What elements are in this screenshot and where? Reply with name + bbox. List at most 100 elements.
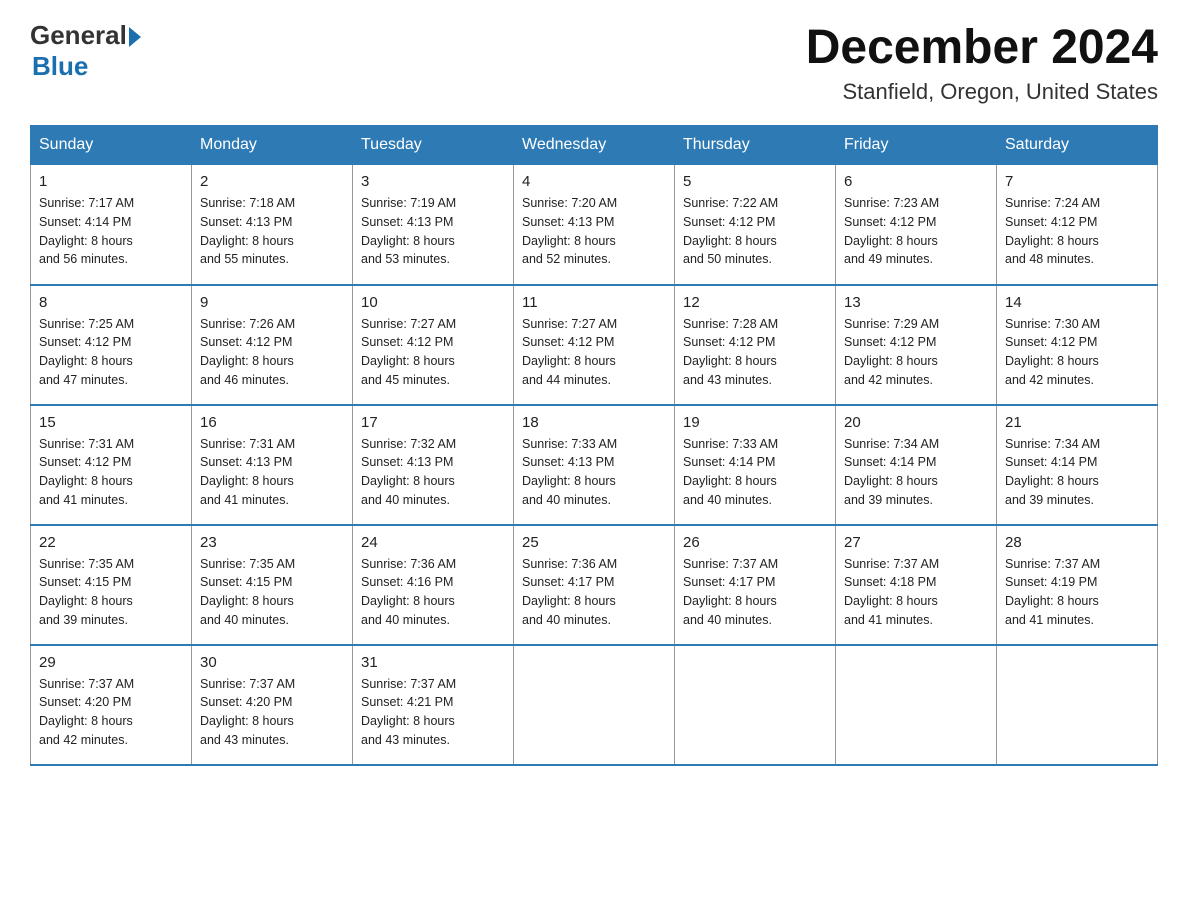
table-row: 9 Sunrise: 7:26 AM Sunset: 4:12 PM Dayli… bbox=[192, 285, 353, 405]
day-number: 20 bbox=[844, 414, 988, 431]
table-row bbox=[675, 645, 836, 765]
table-row: 27 Sunrise: 7:37 AM Sunset: 4:18 PM Dayl… bbox=[836, 525, 997, 645]
day-info: Sunrise: 7:37 AM Sunset: 4:18 PM Dayligh… bbox=[844, 555, 988, 630]
day-info: Sunrise: 7:35 AM Sunset: 4:15 PM Dayligh… bbox=[39, 555, 183, 630]
day-number: 2 bbox=[200, 173, 344, 190]
table-row: 3 Sunrise: 7:19 AM Sunset: 4:13 PM Dayli… bbox=[353, 165, 514, 285]
day-info: Sunrise: 7:33 AM Sunset: 4:14 PM Dayligh… bbox=[683, 435, 827, 510]
table-row bbox=[514, 645, 675, 765]
day-info: Sunrise: 7:27 AM Sunset: 4:12 PM Dayligh… bbox=[522, 315, 666, 390]
page-header: General Blue December 2024 Stanfield, Or… bbox=[30, 20, 1158, 105]
day-info: Sunrise: 7:17 AM Sunset: 4:14 PM Dayligh… bbox=[39, 194, 183, 269]
day-info: Sunrise: 7:37 AM Sunset: 4:20 PM Dayligh… bbox=[200, 675, 344, 750]
day-info: Sunrise: 7:22 AM Sunset: 4:12 PM Dayligh… bbox=[683, 194, 827, 269]
day-number: 22 bbox=[39, 534, 183, 551]
day-number: 18 bbox=[522, 414, 666, 431]
table-row: 24 Sunrise: 7:36 AM Sunset: 4:16 PM Dayl… bbox=[353, 525, 514, 645]
day-info: Sunrise: 7:36 AM Sunset: 4:16 PM Dayligh… bbox=[361, 555, 505, 630]
table-row: 20 Sunrise: 7:34 AM Sunset: 4:14 PM Dayl… bbox=[836, 405, 997, 525]
logo-general-text: General bbox=[30, 20, 127, 51]
table-row: 13 Sunrise: 7:29 AM Sunset: 4:12 PM Dayl… bbox=[836, 285, 997, 405]
table-row: 8 Sunrise: 7:25 AM Sunset: 4:12 PM Dayli… bbox=[31, 285, 192, 405]
day-number: 30 bbox=[200, 654, 344, 671]
table-row: 22 Sunrise: 7:35 AM Sunset: 4:15 PM Dayl… bbox=[31, 525, 192, 645]
table-row: 2 Sunrise: 7:18 AM Sunset: 4:13 PM Dayli… bbox=[192, 165, 353, 285]
day-number: 28 bbox=[1005, 534, 1149, 551]
day-info: Sunrise: 7:29 AM Sunset: 4:12 PM Dayligh… bbox=[844, 315, 988, 390]
calendar-week-row: 15 Sunrise: 7:31 AM Sunset: 4:12 PM Dayl… bbox=[31, 405, 1158, 525]
table-row bbox=[997, 645, 1158, 765]
day-info: Sunrise: 7:35 AM Sunset: 4:15 PM Dayligh… bbox=[200, 555, 344, 630]
col-wednesday: Wednesday bbox=[514, 126, 675, 165]
day-number: 14 bbox=[1005, 294, 1149, 311]
day-info: Sunrise: 7:28 AM Sunset: 4:12 PM Dayligh… bbox=[683, 315, 827, 390]
day-info: Sunrise: 7:34 AM Sunset: 4:14 PM Dayligh… bbox=[1005, 435, 1149, 510]
table-row: 23 Sunrise: 7:35 AM Sunset: 4:15 PM Dayl… bbox=[192, 525, 353, 645]
table-row: 11 Sunrise: 7:27 AM Sunset: 4:12 PM Dayl… bbox=[514, 285, 675, 405]
table-row: 26 Sunrise: 7:37 AM Sunset: 4:17 PM Dayl… bbox=[675, 525, 836, 645]
day-number: 4 bbox=[522, 173, 666, 190]
table-row: 28 Sunrise: 7:37 AM Sunset: 4:19 PM Dayl… bbox=[997, 525, 1158, 645]
col-thursday: Thursday bbox=[675, 126, 836, 165]
day-number: 19 bbox=[683, 414, 827, 431]
day-info: Sunrise: 7:25 AM Sunset: 4:12 PM Dayligh… bbox=[39, 315, 183, 390]
day-info: Sunrise: 7:37 AM Sunset: 4:20 PM Dayligh… bbox=[39, 675, 183, 750]
day-number: 11 bbox=[522, 294, 666, 311]
calendar-table: Sunday Monday Tuesday Wednesday Thursday… bbox=[30, 125, 1158, 766]
day-number: 23 bbox=[200, 534, 344, 551]
logo-arrow-icon bbox=[129, 27, 141, 47]
day-info: Sunrise: 7:37 AM Sunset: 4:17 PM Dayligh… bbox=[683, 555, 827, 630]
day-info: Sunrise: 7:33 AM Sunset: 4:13 PM Dayligh… bbox=[522, 435, 666, 510]
day-number: 29 bbox=[39, 654, 183, 671]
day-info: Sunrise: 7:20 AM Sunset: 4:13 PM Dayligh… bbox=[522, 194, 666, 269]
day-info: Sunrise: 7:31 AM Sunset: 4:12 PM Dayligh… bbox=[39, 435, 183, 510]
day-info: Sunrise: 7:34 AM Sunset: 4:14 PM Dayligh… bbox=[844, 435, 988, 510]
table-row bbox=[836, 645, 997, 765]
day-number: 5 bbox=[683, 173, 827, 190]
table-row: 31 Sunrise: 7:37 AM Sunset: 4:21 PM Dayl… bbox=[353, 645, 514, 765]
month-year-title: December 2024 bbox=[806, 20, 1158, 75]
table-row: 1 Sunrise: 7:17 AM Sunset: 4:14 PM Dayli… bbox=[31, 165, 192, 285]
col-monday: Monday bbox=[192, 126, 353, 165]
col-friday: Friday bbox=[836, 126, 997, 165]
day-info: Sunrise: 7:37 AM Sunset: 4:19 PM Dayligh… bbox=[1005, 555, 1149, 630]
day-number: 8 bbox=[39, 294, 183, 311]
day-number: 15 bbox=[39, 414, 183, 431]
calendar-body: 1 Sunrise: 7:17 AM Sunset: 4:14 PM Dayli… bbox=[31, 165, 1158, 765]
table-row: 4 Sunrise: 7:20 AM Sunset: 4:13 PM Dayli… bbox=[514, 165, 675, 285]
day-number: 26 bbox=[683, 534, 827, 551]
day-info: Sunrise: 7:26 AM Sunset: 4:12 PM Dayligh… bbox=[200, 315, 344, 390]
day-number: 6 bbox=[844, 173, 988, 190]
day-info: Sunrise: 7:19 AM Sunset: 4:13 PM Dayligh… bbox=[361, 194, 505, 269]
day-number: 31 bbox=[361, 654, 505, 671]
day-number: 17 bbox=[361, 414, 505, 431]
table-row: 25 Sunrise: 7:36 AM Sunset: 4:17 PM Dayl… bbox=[514, 525, 675, 645]
table-row: 18 Sunrise: 7:33 AM Sunset: 4:13 PM Dayl… bbox=[514, 405, 675, 525]
table-row: 6 Sunrise: 7:23 AM Sunset: 4:12 PM Dayli… bbox=[836, 165, 997, 285]
day-number: 10 bbox=[361, 294, 505, 311]
day-number: 27 bbox=[844, 534, 988, 551]
day-number: 16 bbox=[200, 414, 344, 431]
table-row: 12 Sunrise: 7:28 AM Sunset: 4:12 PM Dayl… bbox=[675, 285, 836, 405]
day-number: 1 bbox=[39, 173, 183, 190]
location-subtitle: Stanfield, Oregon, United States bbox=[806, 79, 1158, 105]
day-number: 25 bbox=[522, 534, 666, 551]
day-info: Sunrise: 7:24 AM Sunset: 4:12 PM Dayligh… bbox=[1005, 194, 1149, 269]
day-number: 13 bbox=[844, 294, 988, 311]
day-info: Sunrise: 7:30 AM Sunset: 4:12 PM Dayligh… bbox=[1005, 315, 1149, 390]
logo: General Blue bbox=[30, 20, 141, 82]
day-number: 9 bbox=[200, 294, 344, 311]
title-section: December 2024 Stanfield, Oregon, United … bbox=[806, 20, 1158, 105]
day-number: 7 bbox=[1005, 173, 1149, 190]
calendar-week-row: 29 Sunrise: 7:37 AM Sunset: 4:20 PM Dayl… bbox=[31, 645, 1158, 765]
table-row: 19 Sunrise: 7:33 AM Sunset: 4:14 PM Dayl… bbox=[675, 405, 836, 525]
day-info: Sunrise: 7:31 AM Sunset: 4:13 PM Dayligh… bbox=[200, 435, 344, 510]
table-row: 5 Sunrise: 7:22 AM Sunset: 4:12 PM Dayli… bbox=[675, 165, 836, 285]
day-info: Sunrise: 7:36 AM Sunset: 4:17 PM Dayligh… bbox=[522, 555, 666, 630]
calendar-header-row: Sunday Monday Tuesday Wednesday Thursday… bbox=[31, 126, 1158, 165]
calendar-week-row: 8 Sunrise: 7:25 AM Sunset: 4:12 PM Dayli… bbox=[31, 285, 1158, 405]
day-number: 24 bbox=[361, 534, 505, 551]
calendar-week-row: 22 Sunrise: 7:35 AM Sunset: 4:15 PM Dayl… bbox=[31, 525, 1158, 645]
table-row: 10 Sunrise: 7:27 AM Sunset: 4:12 PM Dayl… bbox=[353, 285, 514, 405]
day-info: Sunrise: 7:27 AM Sunset: 4:12 PM Dayligh… bbox=[361, 315, 505, 390]
